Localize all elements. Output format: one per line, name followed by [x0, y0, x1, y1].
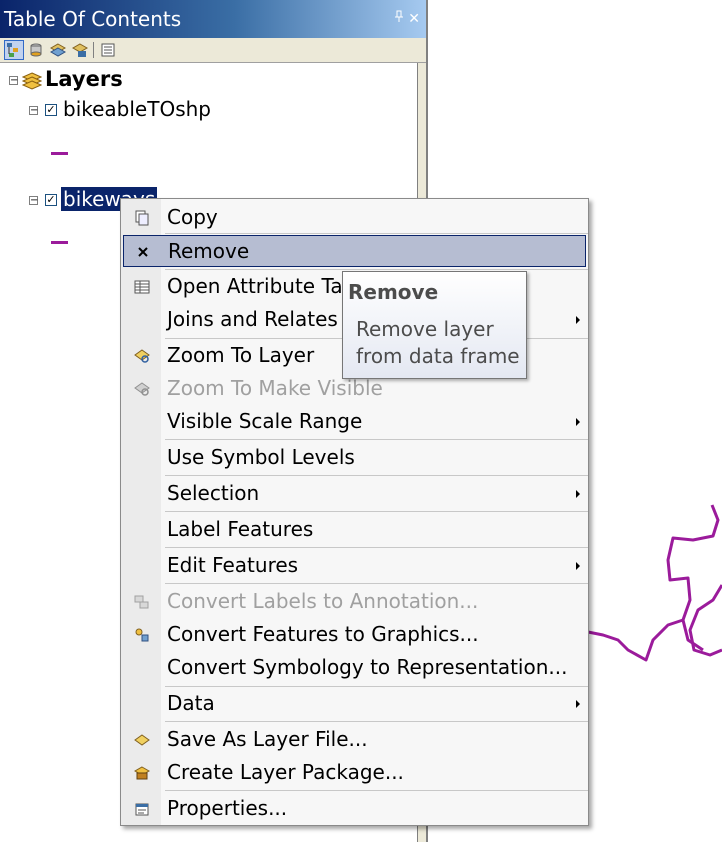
- window-title: Table Of Contents: [4, 7, 182, 31]
- submenu-arrow-icon: [576, 418, 580, 426]
- menu-item-label: Copy: [167, 205, 218, 229]
- submenu-arrow-icon: [576, 562, 580, 570]
- menu-item-visible-scale-range[interactable]: Visible Scale Range: [123, 406, 586, 438]
- window-title-bar[interactable]: Table Of Contents ✕: [0, 0, 426, 38]
- menu-item-use-symbol-levels[interactable]: Use Symbol Levels: [123, 442, 586, 474]
- menu-separator: [165, 547, 588, 548]
- properties-icon: [133, 800, 151, 818]
- menu-item-label: Remove: [168, 239, 250, 263]
- save-layer-icon: [133, 731, 151, 749]
- menu-item-label: Convert Symbology to Representation...: [167, 655, 568, 679]
- line-symbol[interactable]: [51, 152, 68, 155]
- pin-icon[interactable]: [394, 0, 404, 38]
- remove-tooltip: Remove Remove layer from data frame: [342, 271, 527, 379]
- tooltip-body: Remove layer from data frame: [356, 317, 520, 368]
- menu-item-label: Properties...: [167, 796, 288, 820]
- submenu-arrow-icon: [576, 316, 580, 324]
- menu-item-label: Edit Features: [167, 553, 299, 577]
- menu-item-label: Save As Layer File...: [167, 727, 368, 751]
- list-by-source-icon[interactable]: [26, 40, 46, 60]
- close-icon[interactable]: ✕: [408, 0, 420, 38]
- menu-item-label: Use Symbol Levels: [167, 445, 355, 469]
- menu-item-label-features[interactable]: Label Features: [123, 514, 586, 546]
- submenu-arrow-icon: [576, 490, 580, 498]
- layer-package-icon: [133, 764, 151, 782]
- convert-features-icon: [133, 626, 151, 644]
- layer-visibility-checkbox[interactable]: ✓: [45, 194, 57, 206]
- options-icon[interactable]: [98, 40, 118, 60]
- layer-visibility-checkbox[interactable]: ✓: [45, 104, 57, 116]
- menu-separator: [165, 269, 588, 270]
- menu-item-save-as-layer-file[interactable]: Save As Layer File...: [123, 724, 586, 756]
- menu-item-label: Zoom To Make Visible: [167, 376, 383, 400]
- menu-separator: [165, 583, 588, 584]
- menu-item-remove[interactable]: Remove: [123, 235, 586, 267]
- menu-item-label: Convert Labels to Annotation...: [167, 589, 479, 613]
- menu-item-label: Zoom To Layer: [167, 343, 315, 367]
- menu-item-label: Data: [167, 691, 215, 715]
- zoom-to-layer-icon: [133, 347, 151, 365]
- submenu-arrow-icon: [576, 700, 580, 708]
- list-by-selection-icon[interactable]: [70, 40, 90, 60]
- layer-label[interactable]: bikeableTOshp: [63, 97, 211, 121]
- menu-item-label: Selection: [167, 481, 260, 505]
- collapse-icon[interactable]: −: [29, 106, 38, 116]
- menu-separator: [165, 511, 588, 512]
- layers-root-label[interactable]: Layers: [45, 67, 123, 91]
- menu-item-convert-labels-to-annotation[interactable]: Convert Labels to Annotation...: [123, 586, 586, 618]
- menu-item-label: Create Layer Package...: [167, 760, 404, 784]
- zoom-to-visible-icon: [133, 380, 151, 398]
- menu-item-copy[interactable]: Copy: [123, 202, 586, 234]
- menu-item-label: Joins and Relates: [167, 307, 338, 331]
- menu-item-label: Visible Scale Range: [167, 409, 363, 433]
- menu-item-convert-features-to-graphics[interactable]: Convert Features to Graphics...: [123, 619, 586, 651]
- menu-separator: [165, 233, 588, 234]
- collapse-icon[interactable]: −: [9, 76, 18, 86]
- menu-item-properties[interactable]: Properties...: [123, 793, 586, 825]
- menu-separator: [165, 439, 588, 440]
- list-by-drawing-order-icon[interactable]: [4, 40, 24, 60]
- remove-icon: [134, 243, 152, 261]
- toolbar-separator: [93, 42, 94, 58]
- convert-labels-icon: [133, 593, 151, 611]
- copy-icon: [133, 209, 151, 227]
- tooltip-title: Remove: [348, 280, 439, 304]
- line-symbol[interactable]: [51, 241, 68, 244]
- layers-icon: [21, 70, 43, 94]
- menu-item-label: Label Features: [167, 517, 314, 541]
- list-by-visibility-icon[interactable]: [48, 40, 68, 60]
- menu-separator: [165, 721, 588, 722]
- menu-separator: [165, 790, 588, 791]
- menu-item-selection[interactable]: Selection: [123, 478, 586, 510]
- menu-separator: [165, 475, 588, 476]
- menu-item-edit-features[interactable]: Edit Features: [123, 550, 586, 582]
- table-icon: [133, 278, 151, 296]
- menu-separator: [165, 686, 588, 687]
- toc-toolbar: [0, 38, 426, 63]
- collapse-icon[interactable]: −: [29, 196, 38, 206]
- menu-item-label: Convert Features to Graphics...: [167, 622, 479, 646]
- menu-item-create-layer-package[interactable]: Create Layer Package...: [123, 757, 586, 789]
- menu-item-convert-symbology[interactable]: Convert Symbology to Representation...: [123, 652, 586, 684]
- menu-item-data[interactable]: Data: [123, 688, 586, 720]
